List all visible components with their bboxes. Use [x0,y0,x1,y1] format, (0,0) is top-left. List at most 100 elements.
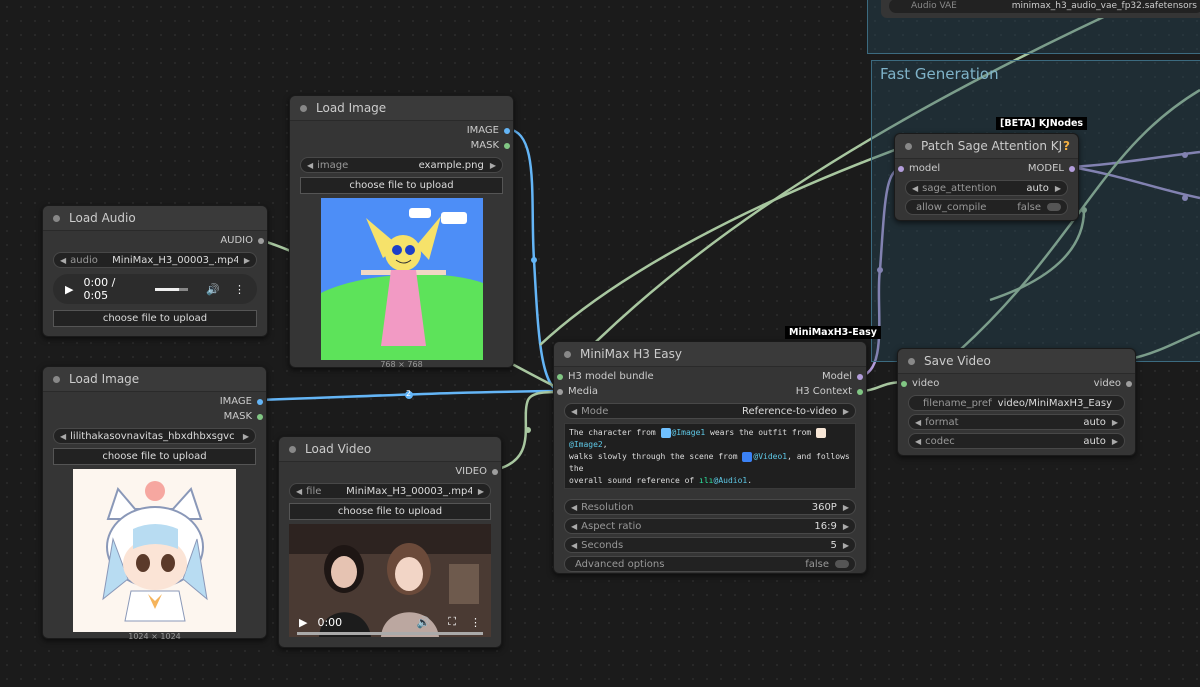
audio-progress[interactable] [154,287,189,291]
seconds-number[interactable]: ◀ Seconds 5 ▶ [564,537,856,553]
arrow-left-icon[interactable]: ◀ [571,541,577,550]
image-combo[interactable]: ◀ lilithakasovnavitas_hbxdhbxsgvc ... ▶ [53,428,256,444]
arrow-left-icon[interactable]: ◀ [571,503,577,512]
allow-compile-toggle[interactable]: allow_compile false [905,199,1068,215]
audio-player[interactable]: ▶ 0:00 / 0:05 🔊 ⋮ [53,274,257,304]
socket-video[interactable] [492,469,498,475]
socket-mask[interactable] [504,143,510,149]
arrow-left-icon[interactable]: ◀ [915,437,921,446]
port-row-2[interactable]: Media H3 Context [554,385,866,400]
output-mask[interactable]: MASK [290,139,513,154]
arrow-right-icon[interactable]: ▶ [244,256,250,265]
prompt-tag[interactable]: @Audio1 [714,476,748,485]
arrow-right-icon[interactable]: ▶ [243,432,249,441]
aspect-ratio-combo[interactable]: ◀ Aspect ratio 16:9 ▶ [564,518,856,534]
socket-image[interactable] [504,128,510,134]
arrow-left-icon[interactable]: ◀ [571,407,577,416]
volume-icon[interactable]: 🔊 [206,283,220,296]
arrow-right-icon[interactable]: ▶ [843,522,849,531]
arrow-right-icon[interactable]: ▶ [1055,184,1061,193]
collapse-dot[interactable] [564,350,571,358]
file-combo[interactable]: ◀ file MiniMax_H3_00003_.mp4 ▶ [289,483,491,499]
node-header[interactable]: Load Audio [43,206,267,231]
more-icon[interactable]: ⋮ [234,283,245,296]
audio-combo[interactable]: ◀ audio MiniMax_H3_00003_.mp4 ▶ [53,252,257,268]
arrow-left-icon[interactable]: ◀ [60,256,66,265]
help-icon[interactable]: ? [1063,139,1070,153]
vae-widget[interactable]: Audio VAE minimax_h3_audio_vae_fp32.safe… [889,0,1200,13]
port-row-1[interactable]: H3 model bundle Model [554,370,866,385]
node-header[interactable]: Save Video [898,349,1135,374]
node-header[interactable]: MiniMax H3 Easy [554,342,866,367]
socket-audio[interactable] [258,238,264,244]
prompt-tag[interactable]: @Image1 [672,428,706,437]
arrow-right-icon[interactable]: ▶ [843,503,849,512]
prompt-textarea[interactable]: The character from @Image1 wears the out… [564,423,856,489]
arrow-right-icon[interactable]: ▶ [843,541,849,550]
node-load-image-bottom[interactable]: Load Image IMAGE MASK ◀ lilithakasovnavit… [42,366,267,641]
socket-bundle[interactable] [557,374,563,380]
collapse-dot[interactable] [300,104,307,112]
sage-attention-combo[interactable]: ◀ sage_attention auto ▶ [905,180,1068,196]
upload-button[interactable]: choose file to upload [53,448,256,465]
collapse-dot[interactable] [289,445,296,453]
collapse-dot[interactable] [53,214,60,222]
arrow-left-icon[interactable]: ◀ [912,184,918,193]
arrow-left-icon[interactable]: ◀ [307,161,313,170]
socket-context[interactable] [857,389,863,395]
node-minimax-h3-easy[interactable]: MiniMax H3 Easy H3 model bundle Model Me… [553,341,867,574]
format-combo[interactable]: ◀ format auto ▶ [908,414,1125,430]
socket-image[interactable] [257,399,263,405]
socket-video-out[interactable] [1126,381,1132,387]
socket-model[interactable] [857,374,863,380]
socket-model-in[interactable] [898,166,904,172]
volume-icon[interactable]: 🔊 [417,616,431,629]
output-image[interactable]: IMAGE [290,124,513,139]
toggle-switch[interactable] [835,560,849,568]
collapse-dot[interactable] [53,375,60,383]
arrow-left-icon[interactable]: ◀ [60,432,66,441]
output-video[interactable]: VIDEO [279,465,501,480]
port-row-model[interactable]: model MODEL [895,162,1078,177]
socket-model-out[interactable] [1069,166,1075,172]
arrow-right-icon[interactable]: ▶ [843,407,849,416]
mode-combo[interactable]: ◀ Mode Reference-to-video ▶ [564,403,856,419]
prompt-tag[interactable]: @Video1 [753,452,787,461]
node-vae-loader[interactable]: Audio VAE minimax_h3_audio_vae_fp32.safe… [881,0,1200,18]
arrow-right-icon[interactable]: ▶ [1112,418,1118,427]
node-load-audio[interactable]: Load Audio AUDIO ◀ audio MiniMax_H3_00003_… [42,205,268,337]
arrow-left-icon[interactable]: ◀ [571,522,577,531]
collapse-dot[interactable] [908,357,915,365]
output-image[interactable]: IMAGE [43,395,266,410]
node-header[interactable]: Load Image [290,96,513,121]
port-row-video[interactable]: video video [898,377,1135,392]
toggle-switch[interactable] [1047,203,1061,211]
codec-combo[interactable]: ◀ codec auto ▶ [908,433,1125,449]
more-icon[interactable]: ⋮ [470,616,481,629]
video-player[interactable]: ▶ 0:00 🔊 ⛶ ⋮ [289,524,491,637]
image-combo[interactable]: ◀ image example.png ▶ [300,157,503,173]
arrow-left-icon[interactable]: ◀ [915,418,921,427]
resolution-combo[interactable]: ◀ Resolution 360P ▶ [564,499,856,515]
upload-button[interactable]: choose file to upload [300,177,503,194]
socket-media[interactable] [557,389,563,395]
node-header[interactable]: Load Image [43,367,266,392]
node-header[interactable]: Patch Sage Attention KJ? [895,134,1078,159]
arrow-left-icon[interactable]: ◀ [296,487,302,496]
node-load-video[interactable]: Load Video VIDEO ◀ file MiniMax_H3_00003_.… [278,436,502,648]
arrow-right-icon[interactable]: ▶ [478,487,484,496]
fullscreen-icon[interactable]: ⛶ [448,615,456,629]
arrow-right-icon[interactable]: ▶ [1112,437,1118,446]
collapse-dot[interactable] [905,142,912,150]
video-progress[interactable] [297,632,483,635]
prompt-tag[interactable]: @Image2 [569,440,603,449]
play-icon[interactable]: ▶ [299,616,307,629]
play-icon[interactable]: ▶ [65,283,73,296]
node-header[interactable]: Load Video [279,437,501,462]
upload-button[interactable]: choose file to upload [289,503,491,520]
socket-video-in[interactable] [901,381,907,387]
output-audio[interactable]: AUDIO [43,234,267,249]
node-patch-sage-attention[interactable]: Patch Sage Attention KJ? model MODEL ◀ sa… [894,133,1079,221]
node-save-video[interactable]: Save Video video video filename_prefix vi… [897,348,1136,456]
output-mask[interactable]: MASK [43,410,266,425]
